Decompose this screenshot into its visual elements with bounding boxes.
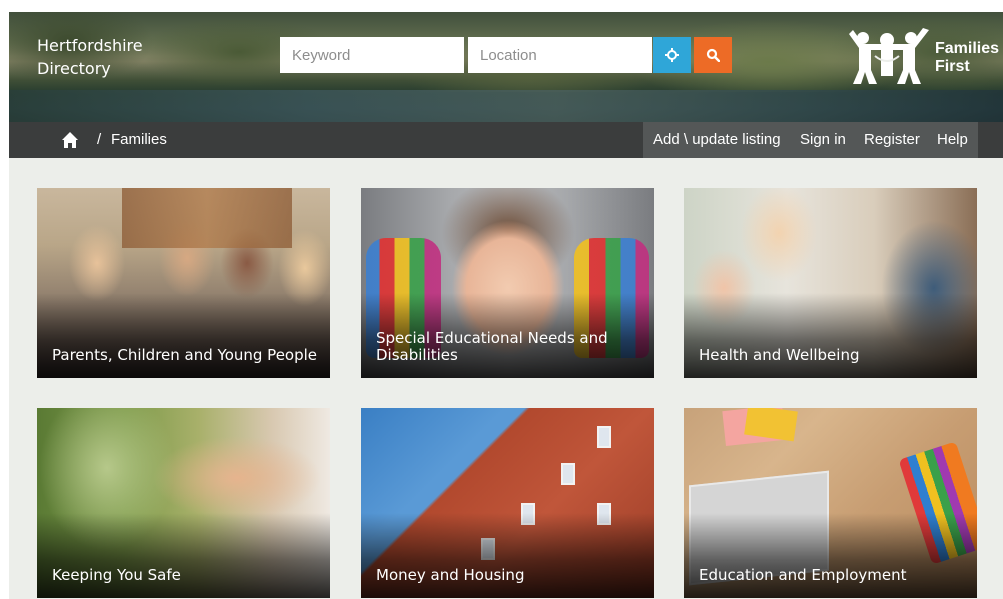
breadcrumb-separator: /: [97, 131, 102, 148]
tile-label: Special Educational Needs and Disabiliti…: [376, 329, 608, 364]
nav-links: Add \ update listing Sign in Register He…: [643, 122, 978, 158]
tile-shade: [684, 293, 977, 378]
add-update-listing-link[interactable]: Add \ update listing: [653, 131, 781, 148]
breadcrumb-current[interactable]: Families: [111, 131, 167, 148]
tile-label: Keeping You Safe: [52, 566, 181, 584]
tile-image: [561, 463, 575, 485]
page: Hertfordshire Directory Keyword Location…: [9, 12, 1003, 599]
tile-shade: [684, 513, 977, 598]
tile-education-employment[interactable]: Education and Employment: [684, 408, 977, 598]
keyword-input[interactable]: [280, 37, 464, 73]
crosshair-icon: [665, 48, 679, 62]
tile-label: Parents, Children and Young People: [52, 346, 318, 364]
tile-parents-children-young-people[interactable]: Parents, Children and Young People: [37, 188, 330, 378]
sign-in-link[interactable]: Sign in: [800, 131, 846, 148]
tile-label: Health and Wellbeing: [699, 346, 860, 364]
help-link[interactable]: Help: [937, 131, 968, 148]
tile-shade: [37, 513, 330, 598]
tile-keeping-you-safe[interactable]: Keeping You Safe: [37, 408, 330, 598]
header-banner: Hertfordshire Directory Keyword Location…: [9, 12, 1003, 122]
search-icon: [706, 48, 720, 62]
search-button[interactable]: [694, 37, 732, 73]
banner-lake: [9, 90, 1003, 122]
tile-health-wellbeing[interactable]: Health and Wellbeing: [684, 188, 977, 378]
tile-shade: [361, 513, 654, 598]
location-input[interactable]: [468, 37, 652, 73]
tile-image: [597, 426, 611, 448]
logo-text-line1: Families: [935, 40, 1000, 57]
tile-label: Education and Employment: [699, 566, 907, 584]
site-title[interactable]: Hertfordshire Directory: [37, 34, 177, 80]
tile-shade: [37, 293, 330, 378]
locate-button[interactable]: [653, 37, 691, 73]
register-link[interactable]: Register: [864, 131, 920, 148]
tile-image: [122, 188, 292, 248]
tile-label: Money and Housing: [376, 566, 525, 584]
home-icon[interactable]: [61, 131, 79, 149]
tile-special-educational-needs[interactable]: Special Educational Needs and Disabiliti…: [361, 188, 654, 378]
navbar: / Families Add \ update listing Sign in …: [9, 122, 1003, 158]
tile-money-housing[interactable]: Money and Housing: [361, 408, 654, 598]
logo-text-line2: First: [935, 58, 970, 75]
logo-text: Families First: [935, 40, 999, 76]
